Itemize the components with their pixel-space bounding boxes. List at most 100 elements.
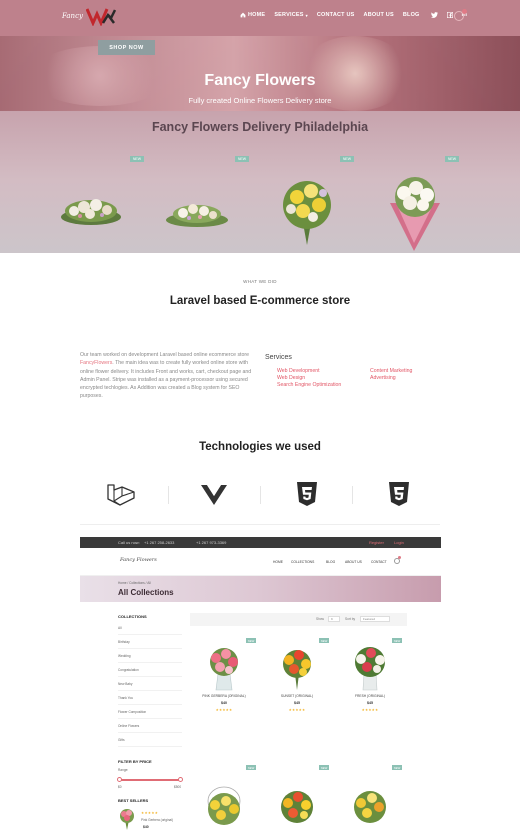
section-eyebrow: WHAT WE DID xyxy=(243,279,277,284)
logo-text: Fancy xyxy=(62,12,83,20)
css3-icon xyxy=(389,482,409,506)
product-card[interactable]: NEW xyxy=(338,765,402,830)
project-description: Our team worked on development Laravel b… xyxy=(80,351,254,401)
new-badge: NEW xyxy=(340,156,354,162)
product-price: $45 xyxy=(367,701,373,705)
nav-home[interactable]: HOME xyxy=(240,12,265,18)
new-badge: NEW xyxy=(319,765,329,770)
new-badge: NEW xyxy=(246,638,256,643)
collections-banner: Home / Collections / All All Collections xyxy=(80,576,441,602)
collection-item[interactable]: Online Flowers xyxy=(118,724,182,733)
collection-item[interactable]: New Baby xyxy=(118,682,182,691)
site-logo[interactable]: Fancy xyxy=(62,6,116,26)
nav-contact[interactable]: CONTACT US xyxy=(317,12,355,18)
product-card[interactable]: NEW FRESH (ORIGINAL) $45 ★★★★★ xyxy=(338,638,402,722)
nav-blog-label: BLOG xyxy=(402,12,420,18)
product-price: $40 xyxy=(221,701,227,705)
collection-item[interactable]: Wedding xyxy=(118,654,182,663)
store-nav-home[interactable]: HOME xyxy=(273,560,283,564)
range-label: Range: xyxy=(118,768,129,772)
service-content-marketing[interactable]: Content Marketing xyxy=(370,368,412,374)
price-range-min-handle[interactable] xyxy=(117,777,122,782)
technologies-title: Technologies we used xyxy=(199,441,321,453)
store-navbar: Fancy Flowers HOME COLLECTIONS BLOG ABOU… xyxy=(80,548,441,576)
product-image xyxy=(354,791,386,823)
nav-services[interactable]: SERVICES ▾ xyxy=(274,12,308,18)
phone-2: +1 267 973-3369 xyxy=(196,540,227,545)
flower-card[interactable]: NEW xyxy=(370,153,474,251)
shop-now-button[interactable]: SHOP NOW xyxy=(98,40,155,55)
service-web-design[interactable]: Web Design xyxy=(277,375,305,381)
best-seller-image[interactable] xyxy=(118,808,136,830)
section-title: Laravel based E-commerce store xyxy=(169,295,351,307)
nav-about[interactable]: ABOUT US xyxy=(364,12,394,18)
flower-arrangement-image xyxy=(166,204,228,227)
flower-card[interactable]: NEW xyxy=(160,153,264,251)
collection-item[interactable]: Congratulation xyxy=(118,668,182,677)
collection-item[interactable]: All xyxy=(118,626,182,635)
nav-contact-label: CONTACT US xyxy=(316,12,355,18)
product-rating: ★★★★★ xyxy=(215,708,233,712)
product-card[interactable]: NEW SUNSET (ORIGINAL) $45 ★★★★★ xyxy=(265,638,329,722)
twitter-icon[interactable] xyxy=(430,12,438,18)
service-advertising[interactable]: Advertising xyxy=(370,375,396,381)
product-rating: ★★★★★ xyxy=(288,708,306,712)
nav-services-label: SERVICES xyxy=(274,12,304,18)
product-image xyxy=(283,650,311,690)
product-name: SUNSET (ORIGINAL) xyxy=(280,694,314,698)
store-screenshot: Call us now: +1 267 258-2633 +1 267 973-… xyxy=(80,537,441,830)
product-name: FRESH (ORIGINAL) xyxy=(354,694,386,698)
nav-blog[interactable]: BLOG xyxy=(403,12,420,18)
fancyflowers-link[interactable]: FancyFlowers xyxy=(80,360,112,366)
price-range-min: $0 xyxy=(118,785,122,789)
flower-arrangement-image xyxy=(283,181,331,245)
divider xyxy=(168,486,169,504)
new-badge: NEW xyxy=(246,765,256,770)
price-range-max-handle[interactable] xyxy=(178,777,183,782)
flower-arrangement-image xyxy=(390,177,440,251)
show-select[interactable]: 9 xyxy=(328,616,340,622)
flower-card[interactable]: NEW xyxy=(55,153,159,251)
section-divider xyxy=(80,524,440,525)
register-link[interactable]: Register xyxy=(369,540,384,545)
flower-card[interactable]: NEW xyxy=(265,153,369,251)
login-link[interactable]: Login xyxy=(394,540,404,545)
store-topbar: Call us now: +1 267 258-2633 +1 267 973-… xyxy=(80,537,441,548)
new-badge: NEW xyxy=(319,638,329,643)
best-seller-rating: ★★★★★ xyxy=(141,811,159,815)
facebook-icon[interactable] xyxy=(446,12,453,18)
home-icon xyxy=(240,12,246,18)
delivery-title: Fancy Flowers Delivery Philadelphia xyxy=(151,120,369,134)
navbar: Fancy HOME SERVICES ▾ CONTACT US ABOUT U… xyxy=(0,0,520,36)
collection-item[interactable]: Thank You xyxy=(118,696,182,705)
store-nav-contact[interactable]: CONTACT xyxy=(371,560,387,564)
store-nav-collections[interactable]: COLLECTIONS xyxy=(291,560,314,564)
collection-item[interactable]: Flower Composition xyxy=(118,710,182,719)
collection-item[interactable]: Gifts xyxy=(118,738,182,747)
show-label: Show xyxy=(316,617,324,621)
breadcrumb[interactable]: Home / Collections / All xyxy=(118,581,151,585)
store-logo[interactable]: Fancy Flowers xyxy=(120,557,157,563)
sort-toolbar: Show 9 Sort by Featured xyxy=(190,613,407,626)
sort-select[interactable]: Featured xyxy=(360,616,390,622)
product-card[interactable]: NEW xyxy=(192,765,256,830)
store-cart-badge xyxy=(398,556,401,559)
laravel-icon xyxy=(107,484,135,506)
new-badge: NEW xyxy=(392,638,402,643)
store-nav-blog[interactable]: BLOG xyxy=(326,560,335,564)
best-seller-name[interactable]: Pink Gerbera (original) xyxy=(141,818,173,822)
service-web-development[interactable]: Web Development xyxy=(277,368,320,374)
service-seo[interactable]: Search Engine Optimization xyxy=(277,382,341,388)
sort-label: Sort by xyxy=(345,617,356,621)
main-nav: HOME SERVICES ▾ CONTACT US ABOUT US BLOG… xyxy=(240,12,467,18)
collection-item[interactable]: Birthday xyxy=(118,640,182,649)
product-card[interactable]: NEW xyxy=(265,765,329,830)
call-us-text: Call us now: xyxy=(118,540,140,545)
phone-1: +1 267 258-2633 xyxy=(144,540,175,545)
description-text: Our team worked on development Laravel b… xyxy=(80,352,249,358)
hero-subtitle: Fully created Online Flowers Delivery st… xyxy=(188,96,332,105)
hero-title: Fancy Flowers xyxy=(204,72,316,89)
product-card[interactable]: NEW PINK GERBERA (ORIGINAL) $40 ★★★★★ xyxy=(192,638,256,722)
store-nav-about[interactable]: ABOUT US xyxy=(345,560,362,564)
price-range-max: $500 xyxy=(174,785,182,789)
